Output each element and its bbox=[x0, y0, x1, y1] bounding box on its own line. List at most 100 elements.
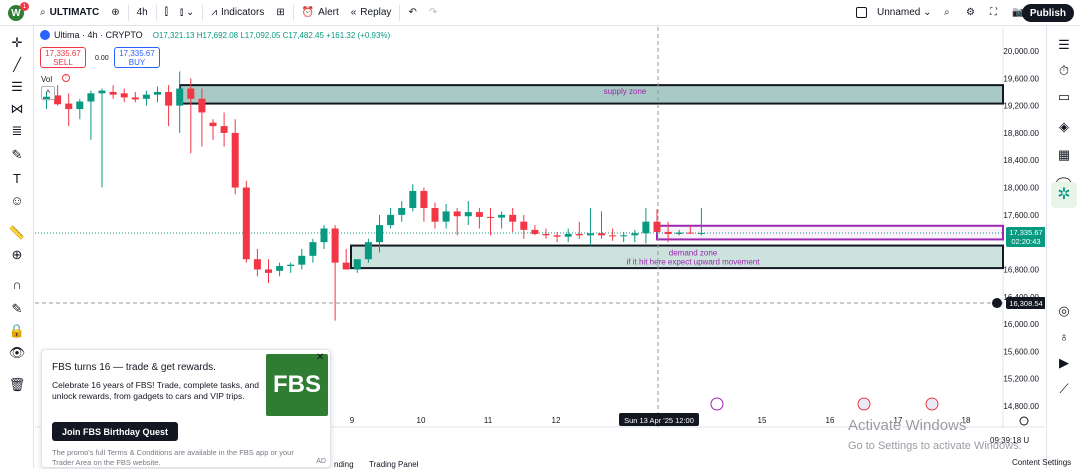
search-button[interactable]: ⌕ bbox=[938, 0, 956, 26]
fullscreen-button[interactable]: ⛶ bbox=[984, 0, 1003, 26]
content-settings-link[interactable]: Content Settings bbox=[1012, 458, 1071, 467]
collapse-legend-button[interactable]: ^ bbox=[41, 86, 55, 100]
candle-body[interactable] bbox=[154, 91, 161, 95]
axis-settings-icon[interactable] bbox=[1019, 416, 1029, 426]
supply-zone[interactable] bbox=[179, 84, 1004, 105]
candle-body[interactable] bbox=[564, 233, 572, 237]
candle-body[interactable] bbox=[653, 221, 661, 232]
buy-button[interactable]: 17,335.67 BUY bbox=[114, 47, 160, 68]
candle-body[interactable] bbox=[387, 214, 395, 226]
candle-body[interactable] bbox=[287, 264, 295, 267]
candle-body[interactable] bbox=[420, 190, 428, 209]
candle-body[interactable] bbox=[109, 91, 117, 95]
watchlist-icon[interactable]: ☰ bbox=[1055, 36, 1073, 54]
horizontal-lines-icon[interactable]: ☰ bbox=[8, 78, 26, 96]
candle-body[interactable] bbox=[54, 95, 62, 105]
fbs-app-icon[interactable]: ✲ bbox=[1051, 182, 1077, 208]
text-icon[interactable]: T bbox=[8, 170, 26, 188]
candle-body[interactable] bbox=[265, 269, 272, 273]
fib-icon[interactable]: ≣ bbox=[8, 122, 26, 140]
chart-type-menu[interactable]: ⫾ ⌄ bbox=[174, 0, 200, 26]
candle-body[interactable] bbox=[398, 208, 406, 215]
candle-body[interactable] bbox=[575, 233, 583, 236]
candle-body[interactable] bbox=[87, 93, 95, 102]
layers-icon[interactable]: ◈ bbox=[1055, 118, 1073, 136]
candle-body[interactable] bbox=[509, 214, 517, 222]
candle-body[interactable] bbox=[442, 211, 450, 222]
interval-button[interactable]: 4h bbox=[131, 0, 154, 26]
symbol-search[interactable]: ⌕ ULTIMATC bbox=[34, 0, 105, 26]
emoji-icon[interactable]: ☺ bbox=[8, 192, 26, 210]
candle-body[interactable] bbox=[542, 233, 550, 236]
candle-body[interactable] bbox=[364, 242, 372, 260]
flag-us-icon[interactable] bbox=[925, 397, 939, 411]
candle-body[interactable] bbox=[376, 225, 383, 243]
candle-body[interactable] bbox=[431, 208, 439, 222]
promo-cta-button[interactable]: Join FBS Birthday Quest bbox=[52, 422, 179, 441]
candle-body[interactable] bbox=[309, 242, 317, 256]
replay-button[interactable]: «Replay bbox=[345, 0, 398, 26]
indicators-button[interactable]: ⩘ Indicators bbox=[205, 0, 270, 26]
candle-body[interactable] bbox=[487, 216, 494, 218]
close-icon[interactable]: ✕ bbox=[316, 352, 324, 363]
undo-button[interactable]: ↶ bbox=[402, 0, 422, 26]
templates-button[interactable]: ⊞ bbox=[270, 0, 290, 26]
candle-body[interactable] bbox=[409, 190, 417, 209]
candle-body[interactable] bbox=[453, 211, 461, 217]
trash-icon[interactable]: 🗑 bbox=[8, 376, 26, 394]
line-tool-icon[interactable]: ⟋ bbox=[1055, 380, 1073, 398]
ruler-icon[interactable]: 📏 bbox=[8, 224, 26, 242]
calendar-icon[interactable]: ▦ bbox=[1055, 146, 1073, 164]
candle-body[interactable] bbox=[598, 233, 605, 236]
candle-body[interactable] bbox=[220, 126, 228, 133]
brush-icon[interactable]: ✎ bbox=[8, 146, 26, 164]
candle-body[interactable] bbox=[98, 90, 106, 94]
eye-icon[interactable]: 👁 bbox=[8, 344, 26, 362]
chart-type-button[interactable]: ⫿ bbox=[159, 0, 174, 26]
lock-icon[interactable]: 🔒 bbox=[8, 322, 26, 340]
chat-icon[interactable]: ▭ bbox=[1055, 88, 1073, 106]
candle-body[interactable] bbox=[276, 266, 284, 271]
layout-button[interactable]: Unnamed ⌄ bbox=[850, 0, 938, 26]
alert-button[interactable]: ⏰ Alert bbox=[296, 0, 345, 26]
pulse-icon[interactable]: ♁ bbox=[1055, 328, 1073, 346]
candle-body[interactable] bbox=[531, 229, 539, 234]
candle-body[interactable] bbox=[65, 103, 73, 110]
zoom-in-icon[interactable]: ⊕ bbox=[8, 246, 26, 264]
candle-body[interactable] bbox=[120, 93, 128, 98]
candle-body[interactable] bbox=[209, 122, 217, 127]
candle-body[interactable] bbox=[298, 255, 306, 265]
candle-body[interactable] bbox=[320, 228, 328, 243]
pattern-icon[interactable]: ⋈ bbox=[8, 100, 26, 118]
candle-body[interactable] bbox=[342, 262, 350, 270]
magnet-icon[interactable]: ∩ bbox=[8, 276, 26, 294]
candle-body[interactable] bbox=[253, 259, 261, 270]
candle-body[interactable] bbox=[620, 235, 628, 237]
candle-body[interactable] bbox=[198, 98, 206, 113]
candle-body[interactable] bbox=[231, 132, 239, 188]
candle-body[interactable] bbox=[331, 228, 339, 263]
event-marker-icon[interactable] bbox=[710, 397, 724, 411]
candle-body[interactable] bbox=[353, 259, 361, 270]
candle-body[interactable] bbox=[165, 91, 173, 106]
sell-button[interactable]: 17,335.67 SELL bbox=[40, 47, 86, 68]
candle-body[interactable] bbox=[520, 221, 528, 230]
lock-drawings-icon[interactable]: ✎ bbox=[8, 300, 26, 318]
candle-body[interactable] bbox=[675, 232, 683, 234]
candle-body[interactable] bbox=[464, 212, 472, 217]
compare-button[interactable]: ⊕ bbox=[105, 0, 125, 26]
target-icon[interactable]: ◎ bbox=[1055, 302, 1073, 320]
trendline-icon[interactable]: ╱ bbox=[8, 56, 26, 74]
flag-us-icon[interactable] bbox=[857, 397, 871, 411]
candle-body[interactable] bbox=[76, 101, 84, 110]
candle-body[interactable] bbox=[142, 94, 150, 99]
candle-body[interactable] bbox=[176, 88, 184, 106]
redo-button[interactable]: ↷ bbox=[423, 0, 443, 26]
candle-body[interactable] bbox=[686, 232, 694, 234]
candle-body[interactable] bbox=[697, 232, 705, 234]
publish-button[interactable]: Publish bbox=[1021, 4, 1074, 22]
candle-body[interactable] bbox=[475, 212, 483, 217]
candle-body[interactable] bbox=[631, 233, 639, 236]
candle-body[interactable] bbox=[664, 231, 672, 234]
candle-body[interactable] bbox=[586, 233, 594, 236]
